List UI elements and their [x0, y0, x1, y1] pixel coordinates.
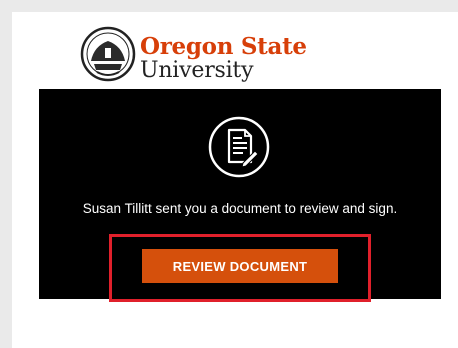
document-sign-icon [208, 116, 270, 178]
osu-logo: Oregon State University [80, 26, 307, 88]
review-document-button[interactable]: REVIEW DOCUMENT [142, 249, 338, 283]
brand-name-line2: University [140, 58, 254, 83]
notification-panel: Susan Tillitt sent you a document to rev… [39, 89, 441, 302]
notification-message: Susan Tillitt sent you a document to rev… [82, 201, 398, 216]
email-card: Oregon State University Susan Tillitt se… [12, 12, 458, 348]
osu-seal-icon [80, 26, 136, 82]
brand-name-line1: Oregon State [140, 33, 307, 60]
